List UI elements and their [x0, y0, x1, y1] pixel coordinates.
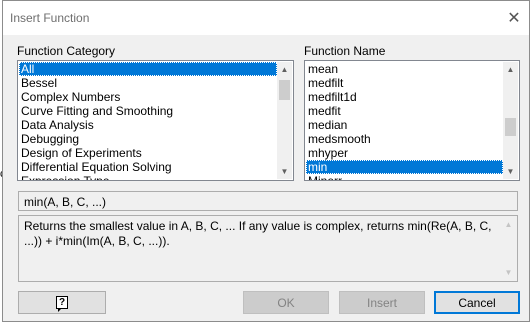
- cancel-button[interactable]: Cancel: [434, 291, 520, 314]
- scroll-up-icon[interactable]: ▲: [501, 217, 516, 232]
- category-list-item[interactable]: Debugging: [19, 132, 277, 146]
- function-name-list-item[interactable]: Minerr: [306, 174, 503, 180]
- insert-button[interactable]: Insert: [339, 291, 425, 314]
- function-name-list[interactable]: mean medfilt medfilt1d medfit median medsmoot…: [304, 60, 520, 181]
- function-name-scrollbar[interactable]: ▲ ▼: [503, 62, 518, 179]
- function-name-scroll-thumb[interactable]: [505, 118, 516, 136]
- scroll-down-icon[interactable]: ▼: [503, 164, 518, 179]
- scroll-down-icon[interactable]: ▼: [277, 164, 292, 179]
- category-scrollbar[interactable]: ▲ ▼: [277, 62, 292, 179]
- function-syntax: min(A, B, C, ...): [18, 191, 518, 211]
- category-list-item[interactable]: Bessel: [19, 76, 277, 90]
- dialog-title: Insert Function: [10, 11, 90, 25]
- scroll-up-icon[interactable]: ▲: [277, 62, 292, 77]
- category-scroll-thumb[interactable]: [279, 80, 290, 100]
- function-name-list-item[interactable]: medfilt1d: [306, 90, 503, 104]
- function-name-list-item[interactable]: median: [306, 118, 503, 132]
- close-icon[interactable]: ✕: [503, 7, 525, 29]
- scroll-down-icon[interactable]: ▼: [501, 265, 516, 280]
- function-description: Returns the smallest value in A, B, C, .…: [24, 219, 492, 248]
- function-name-list-item[interactable]: mhyper: [306, 146, 503, 160]
- category-list-item[interactable]: Expression Type: [19, 174, 277, 180]
- category-list-item[interactable]: Curve Fitting and Smoothing: [19, 104, 277, 118]
- category-list-item[interactable]: All: [19, 62, 277, 76]
- function-name-list-item[interactable]: medfilt: [306, 76, 503, 90]
- function-name-list-item[interactable]: mean: [306, 62, 503, 76]
- help-icon: ?: [56, 296, 68, 312]
- category-list-item[interactable]: Design of Experiments: [19, 146, 277, 160]
- category-list-item[interactable]: Complex Numbers: [19, 90, 277, 104]
- function-name-items: mean medfilt medfilt1d medfit median medsmoot…: [306, 62, 503, 180]
- function-name-list-item[interactable]: medsmooth: [306, 132, 503, 146]
- function-name-list-item[interactable]: medfit: [306, 104, 503, 118]
- title-bar[interactable]: Insert Function ✕: [3, 1, 529, 35]
- help-button[interactable]: ?: [18, 291, 106, 314]
- function-description-box: Returns the smallest value in A, B, C, .…: [18, 215, 518, 282]
- function-name-list-item[interactable]: min: [306, 160, 503, 174]
- description-scrollbar[interactable]: ▲ ▼: [501, 217, 516, 280]
- scroll-up-icon[interactable]: ▲: [503, 62, 518, 77]
- function-category-list[interactable]: All Bessel Complex Numbers Curve Fitting an…: [17, 60, 294, 181]
- ok-button[interactable]: OK: [243, 291, 329, 314]
- function-category-label: Function Category: [17, 44, 116, 58]
- insert-function-dialog: Insert Function ✕ Function Category Func…: [2, 0, 530, 322]
- category-list-item[interactable]: Differential Equation Solving: [19, 160, 277, 174]
- function-category-items: All Bessel Complex Numbers Curve Fitting an…: [19, 62, 277, 180]
- function-name-label: Function Name: [304, 44, 386, 58]
- category-list-item[interactable]: Data Analysis: [19, 118, 277, 132]
